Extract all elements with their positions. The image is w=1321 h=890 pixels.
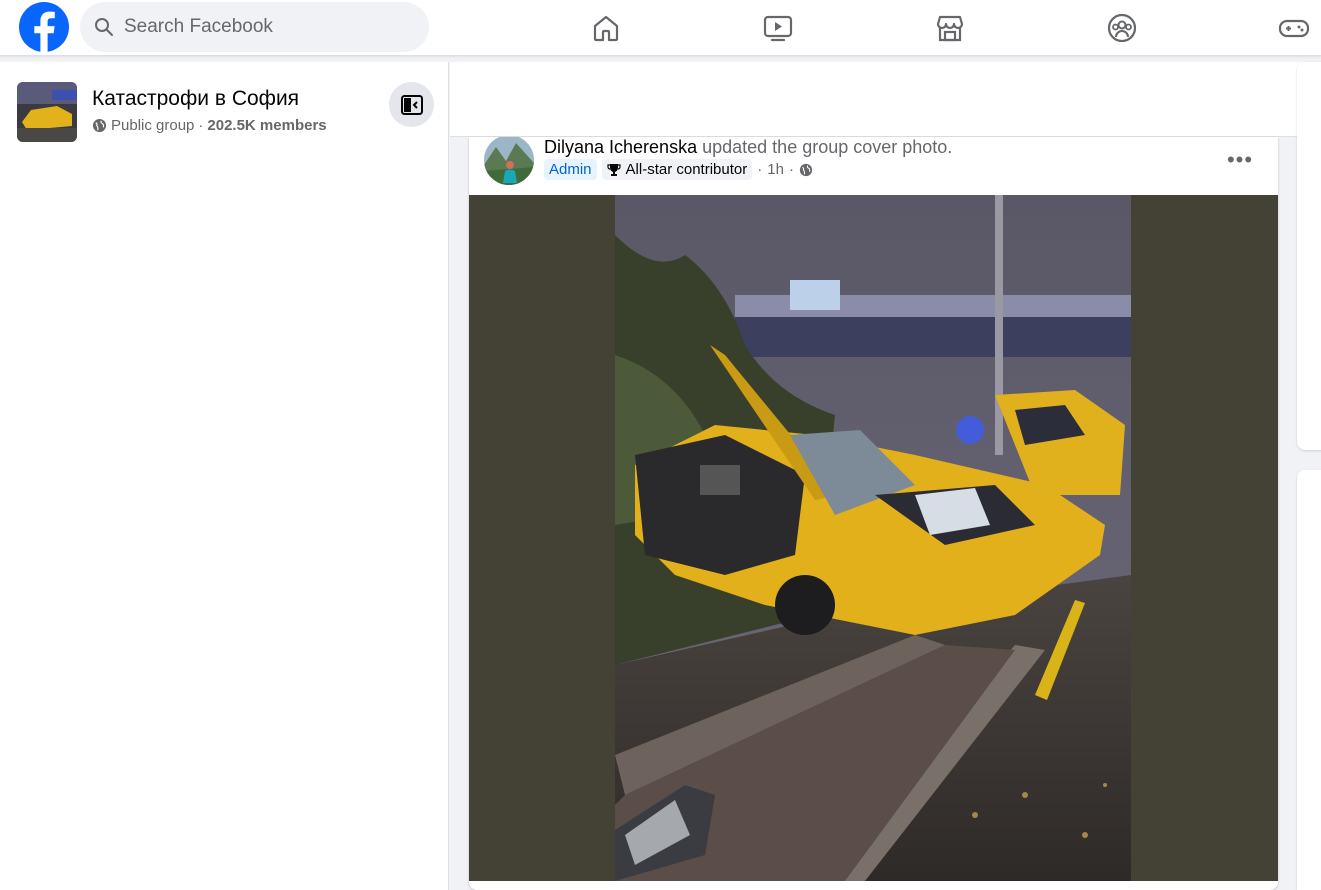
group-privacy: Public group — [111, 117, 195, 134]
search-input[interactable] — [124, 2, 414, 52]
all-star-badge[interactable]: All-star contributor — [601, 159, 753, 180]
meta-separator: · — [757, 161, 763, 178]
group-meta: Public group · 202.5K members — [92, 117, 327, 134]
nav-tab-marketplace[interactable] — [910, 0, 990, 56]
post-author[interactable]: Dilyana Icherenska — [544, 137, 697, 157]
post-card: Dilyana Icherenska updated the group cov… — [469, 137, 1278, 890]
search-bar[interactable] — [80, 2, 429, 52]
group-sidebar: Катастрофи в София Public group · 202.5K… — [0, 62, 449, 890]
nav-tab-groups[interactable] — [1082, 0, 1162, 56]
home-icon — [593, 15, 619, 42]
main-sticky-header — [450, 62, 1321, 137]
nav-tab-gaming[interactable] — [1254, 0, 1321, 56]
right-panel-card — [1297, 470, 1321, 890]
sidebar-toggle-icon — [400, 94, 423, 115]
globe-icon — [799, 163, 813, 176]
trophy-icon — [606, 163, 621, 176]
gaming-icon — [1278, 19, 1310, 38]
nav-tab-watch[interactable] — [738, 0, 818, 56]
search-icon — [95, 18, 113, 36]
watch-icon — [763, 15, 793, 42]
post-time[interactable]: 1h — [767, 161, 784, 178]
all-star-label: All-star contributor — [625, 161, 748, 178]
post-action-text: updated the group cover photo. — [702, 137, 953, 157]
right-panel-card — [1297, 62, 1321, 450]
post-headline: Dilyana Icherenska updated the group cov… — [544, 137, 952, 158]
post-photo[interactable] — [615, 195, 1131, 881]
post-more-options-button[interactable]: ••• — [1225, 145, 1255, 175]
group-thumbnail[interactable] — [17, 82, 77, 142]
meta-separator: · — [198, 117, 204, 134]
meta-separator: · — [788, 161, 794, 178]
facebook-logo-icon[interactable] — [19, 2, 69, 53]
nav-tab-home[interactable] — [566, 0, 646, 56]
author-avatar[interactable] — [484, 137, 534, 185]
top-navigation-bar — [0, 0, 1321, 56]
group-name[interactable]: Катастрофи в София — [92, 87, 299, 111]
collapse-sidebar-button[interactable] — [389, 82, 434, 127]
globe-icon — [92, 118, 107, 133]
marketplace-icon — [936, 15, 964, 42]
groups-icon — [1107, 13, 1137, 43]
post-photo-container[interactable] — [469, 195, 1278, 881]
admin-badge[interactable]: Admin — [544, 159, 597, 180]
post-meta: Admin All-star contributor · 1h · — [544, 159, 813, 180]
group-members: 202.5K members — [207, 117, 327, 134]
